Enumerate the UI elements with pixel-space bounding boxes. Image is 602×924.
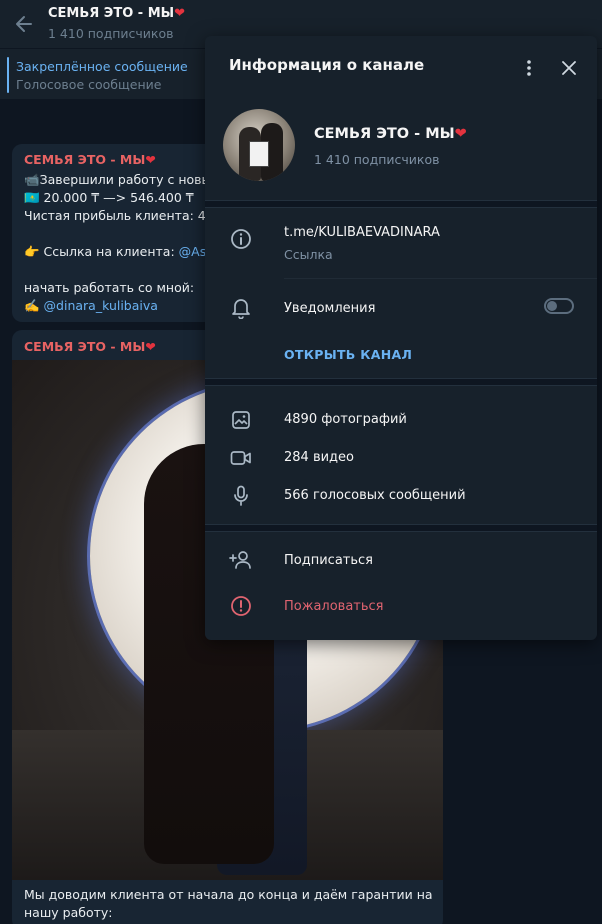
contact-link[interactable]: @dinara_kulibaiva	[44, 298, 158, 313]
section-divider	[205, 524, 597, 532]
section-divider	[205, 200, 597, 208]
message-text-line: 🇰🇿 20.000 ₸ —> 546.400 ₸	[24, 190, 194, 205]
message-text-line: начать работать со мной:	[24, 280, 195, 295]
media-videos-link[interactable]: 284 видео	[284, 450, 354, 465]
channel-link-label: Ссылка	[284, 247, 333, 262]
channel-name: СЕМЬЯ ЭТО - МЫ❤	[314, 126, 467, 142]
heart-icon: ❤	[174, 6, 186, 21]
pinned-indicator	[7, 57, 9, 93]
bell-icon	[229, 296, 253, 320]
toggle-knob	[547, 301, 557, 311]
heart-icon: ❤	[454, 126, 467, 142]
more-vertical-icon	[527, 60, 531, 76]
back-button[interactable]	[8, 8, 40, 40]
message-author[interactable]: СЕМЬЯ ЭТО - МЫ❤	[24, 339, 156, 354]
chat-title[interactable]: СЕМЬЯ ЭТО - МЫ❤	[48, 6, 185, 21]
pinned-preview: Голосовое сообщение	[16, 77, 162, 92]
close-icon	[562, 61, 576, 75]
pinned-title: Закреплённое сообщение	[16, 59, 188, 74]
microphone-icon	[229, 484, 253, 508]
notifications-label: Уведомления	[284, 301, 376, 316]
heart-icon: ❤	[145, 339, 156, 354]
heart-icon: ❤	[145, 152, 156, 167]
message-text-line: Чистая прибыль клиента: 437	[24, 208, 222, 223]
channel-info-panel: Информация о канале СЕМЬЯ ЭТО - МЫ❤ 1 41…	[205, 36, 597, 640]
media-voice-link[interactable]: 566 голосовых сообщений	[284, 488, 466, 503]
notifications-toggle[interactable]	[544, 298, 574, 314]
channel-link[interactable]: t.me/KULIBAEVADINARA	[284, 225, 440, 240]
panel-title: Информация о канале	[229, 56, 425, 74]
message-text-line: ✍️ @dinara_kulibaiva	[24, 298, 158, 313]
avatar-card	[249, 141, 269, 167]
row-divider	[284, 278, 597, 279]
message-author[interactable]: СЕМЬЯ ЭТО - МЫ❤	[24, 152, 156, 167]
photo-caption: Мы доводим клиента от начала до конца и …	[24, 887, 433, 920]
report-icon	[229, 594, 253, 618]
more-button[interactable]	[515, 54, 543, 82]
media-photos-link[interactable]: 4890 фотографий	[284, 412, 407, 427]
subscribe-button[interactable]: Подписаться	[284, 553, 373, 568]
section-divider	[205, 378, 597, 386]
video-icon	[229, 446, 253, 470]
arrow-left-icon	[16, 16, 32, 32]
info-icon	[229, 227, 253, 251]
chat-subscriber-count: 1 410 подписчиков	[48, 26, 174, 41]
message-text-line: 📹Завершили работу с новы	[24, 172, 212, 187]
close-button[interactable]	[555, 54, 583, 82]
report-button[interactable]: Пожаловаться	[284, 599, 384, 614]
channel-avatar[interactable]	[223, 109, 295, 181]
channel-subscriber-count: 1 410 подписчиков	[314, 152, 440, 167]
open-channel-button[interactable]: ОТКРЫТЬ КАНАЛ	[284, 347, 412, 362]
message-text-line: 👉 Ссылка на клиента: @Asm	[24, 244, 219, 259]
add-user-icon	[229, 548, 253, 572]
photo-icon	[229, 408, 253, 432]
